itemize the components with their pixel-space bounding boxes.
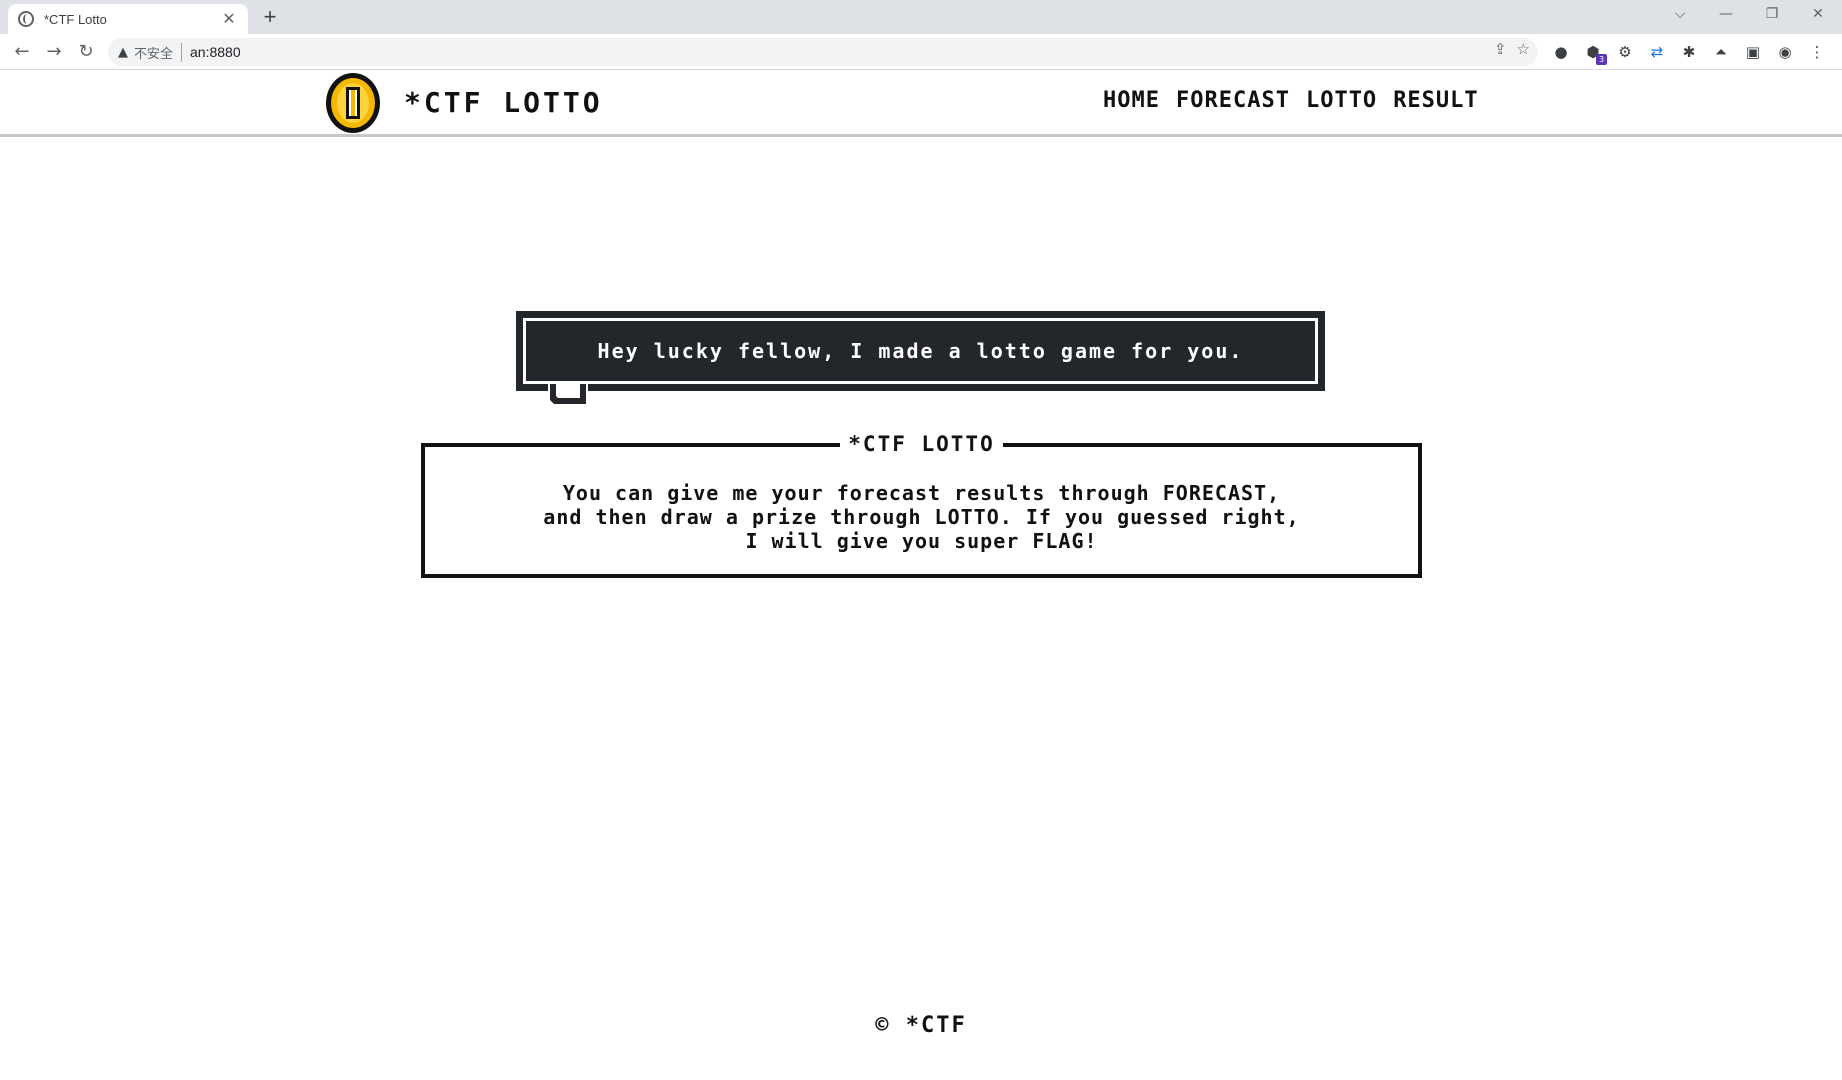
forward-button[interactable]: → (42, 40, 66, 64)
footer: © *CTF (0, 1013, 1842, 1038)
share-icon[interactable]: ⇪ (1494, 40, 1507, 58)
tab-title: *CTF Lotto (44, 11, 107, 27)
nav-forecast[interactable]: FORECAST (1176, 83, 1290, 119)
gear-extension-icon[interactable]: ⚙ (1614, 41, 1636, 63)
nav-result[interactable]: RESULT (1393, 83, 1478, 119)
nav-home[interactable]: HOME (1103, 83, 1160, 119)
extension-badge: 3 (1596, 54, 1607, 65)
browser-toolbar: ← → ↻ ▲ 不安全 an:8880 ⇪ ☆ ● ⬢ 3 ⚙ ⇄ ✱ ⏶ ▣ … (0, 34, 1842, 70)
browser-tabstrip: *CTF Lotto ✕ + ⌵ — ❐ ✕ (0, 0, 1842, 34)
restore-button[interactable]: ❐ (1749, 0, 1795, 30)
menu-icon[interactable]: ⋮ (1806, 41, 1828, 63)
card-body: You can give me your forecast results th… (425, 481, 1418, 553)
speech-bubble-text: Hey lucky fellow, I made a lotto game fo… (597, 339, 1244, 363)
tab-search-chevron-icon[interactable]: ⌵ (1657, 0, 1703, 30)
card-title: *CTF LOTTO (840, 432, 1003, 456)
card-line: You can give me your forecast results th… (562, 481, 1281, 505)
site-title[interactable]: *CTF LOTTO (404, 83, 603, 123)
info-card: *CTF LOTTO You can give me your forecast… (421, 432, 1422, 578)
minimize-button[interactable]: — (1703, 0, 1749, 30)
speech-bubble-tail (548, 384, 588, 408)
tab-close-icon[interactable]: ✕ (220, 9, 238, 29)
speech-bubble-inner: Hey lucky fellow, I made a lotto game fo… (523, 318, 1318, 384)
puzzle-extension-icon[interactable]: ✱ (1678, 41, 1700, 63)
flask-extension-icon[interactable]: ⏶ (1710, 41, 1732, 63)
url-text[interactable]: an:8880 (190, 44, 241, 60)
hexagon-extension-icon[interactable]: ⬢ 3 (1582, 41, 1607, 65)
main-nav: HOME FORECAST LOTTO RESULT (1103, 83, 1479, 119)
sync-extension-icon[interactable]: ⇄ (1646, 41, 1668, 63)
card-line: I will give you super FLAG! (745, 529, 1098, 553)
reload-button[interactable]: ↻ (74, 40, 98, 64)
warning-icon[interactable]: ▲ (118, 45, 128, 60)
new-tab-button[interactable]: + (258, 4, 282, 30)
card-legend: *CTF LOTTO (425, 431, 1418, 457)
nav-lotto[interactable]: LOTTO (1306, 83, 1377, 119)
window-close-button[interactable]: ✕ (1795, 0, 1841, 30)
extensions-bar: ● ⬢ 3 ⚙ ⇄ ✱ ⏶ ▣ ◉ ⋮ (1550, 38, 1828, 66)
back-button[interactable]: ← (10, 40, 34, 64)
bookmark-star-icon[interactable]: ☆ (1517, 40, 1530, 58)
copyright-text: © *CTF (875, 1013, 967, 1038)
globe-icon (18, 11, 34, 27)
browser-tab[interactable]: *CTF Lotto ✕ (8, 4, 248, 34)
card-line: and then draw a prize through LOTTO. If … (543, 505, 1300, 529)
address-bar[interactable]: ▲ 不安全 an:8880 ⇪ ☆ (108, 38, 1538, 66)
coin-logo-icon[interactable] (324, 71, 382, 135)
circle-extension-icon[interactable]: ● (1550, 41, 1572, 63)
sidepanel-icon[interactable]: ▣ (1742, 41, 1764, 63)
speech-bubble: Hey lucky fellow, I made a lotto game fo… (516, 311, 1325, 391)
site-header: *CTF LOTTO HOME FORECAST LOTTO RESULT (0, 71, 1842, 137)
profile-icon[interactable]: ◉ (1774, 41, 1796, 63)
insecure-label[interactable]: 不安全 (134, 42, 183, 62)
